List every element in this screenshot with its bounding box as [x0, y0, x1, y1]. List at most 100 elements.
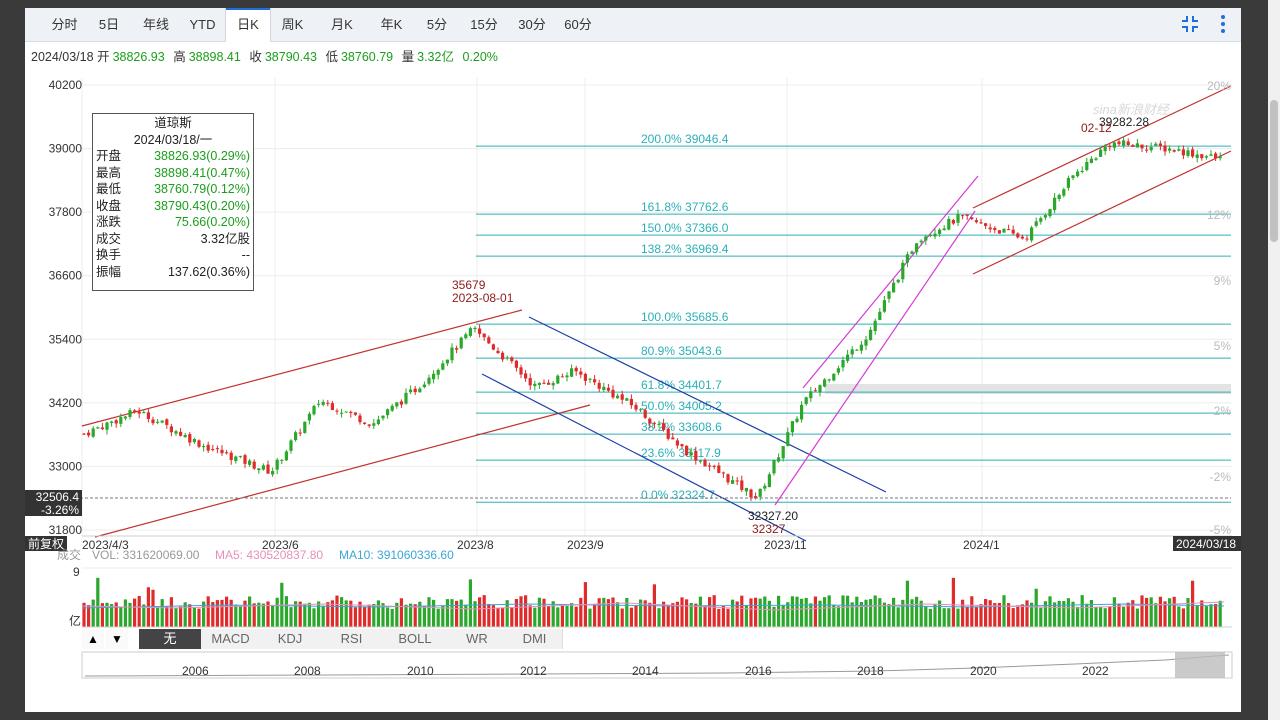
indicator-tab-6[interactable]: DMI: [507, 629, 563, 649]
info-key: 成交: [96, 231, 122, 246]
x-tick-label: 2023/8: [457, 538, 494, 552]
candle-body: [873, 320, 877, 332]
tab-9[interactable]: 15分: [459, 8, 509, 41]
volume-bar: [220, 599, 224, 627]
scroll-up-icon[interactable]: ▲: [82, 629, 104, 649]
volume-bar: [321, 605, 325, 627]
tab-1[interactable]: 5日: [86, 8, 132, 41]
candle-body: [832, 373, 836, 381]
volume-bar: [455, 600, 459, 627]
volume-bar: [1048, 596, 1052, 627]
period-tabs: 分时 5日 年线 YTD 日K 周K 月K 年K 5分 15分 30分 60分: [25, 8, 1241, 42]
candle-body: [487, 337, 491, 344]
volume-bar: [533, 607, 537, 627]
tab-10[interactable]: 30分: [509, 8, 555, 41]
volume-bar: [924, 606, 928, 627]
volume-bar: [165, 606, 169, 627]
tab-7[interactable]: 年K: [368, 8, 415, 41]
volume-bar: [712, 595, 716, 627]
tab-3[interactable]: YTD: [180, 8, 225, 41]
candle-body: [685, 445, 689, 456]
tab-2[interactable]: 年线: [132, 8, 180, 41]
candle-body: [979, 222, 983, 224]
candle-body: [1195, 154, 1199, 158]
candle-body: [974, 220, 978, 223]
candle-body: [574, 367, 578, 372]
tab-5[interactable]: 周K: [269, 8, 316, 41]
candle-body: [1057, 194, 1061, 199]
candle-body: [901, 262, 905, 280]
fib-label: 61.8% 34401.7: [641, 378, 722, 392]
compress-icon[interactable]: [1182, 16, 1198, 32]
scroll-thumb[interactable]: [1270, 100, 1278, 242]
volume-bar: [1039, 607, 1043, 627]
volume-bar: [901, 599, 905, 627]
candle-body: [671, 437, 675, 440]
candle-body: [892, 282, 896, 293]
volume-bar: [464, 604, 468, 627]
volume-bar: [468, 579, 472, 627]
info-value: 38898.41(0.47%): [154, 165, 250, 180]
fib-label: 100.0% 35685.6: [641, 310, 729, 324]
indicator-tab-4[interactable]: BOLL: [383, 629, 448, 649]
candle-body: [836, 368, 840, 373]
candle-body: [882, 300, 886, 312]
candle-body: [229, 452, 233, 461]
candle-body: [579, 371, 583, 375]
volume-bar: [1002, 595, 1006, 627]
volume-bar: [721, 605, 725, 627]
candle-body: [96, 427, 100, 429]
page-scrollbar[interactable]: [1268, 0, 1280, 720]
candle-body: [432, 373, 436, 380]
candle-body: [818, 385, 822, 393]
tab-6[interactable]: 月K: [316, 8, 368, 41]
volume-bar: [390, 608, 394, 627]
indicator-tab-0[interactable]: 无: [139, 629, 202, 649]
info-key: 涨跌: [96, 215, 122, 229]
tab-4[interactable]: 日K: [225, 8, 271, 42]
candle-body: [142, 412, 146, 414]
candle-body: [266, 464, 270, 474]
candle-body: [133, 410, 137, 413]
volume-bar: [542, 598, 546, 627]
candle-body: [1122, 140, 1126, 146]
tab-0[interactable]: 分时: [43, 8, 86, 41]
tab-11[interactable]: 60分: [555, 8, 601, 41]
indicator-tab-5[interactable]: WR: [447, 629, 508, 649]
volume-bar: [243, 600, 247, 627]
candle-body: [519, 367, 523, 375]
candle-body: [1034, 221, 1038, 226]
candle-body: [105, 422, 109, 430]
candle-body: [1062, 189, 1066, 196]
candle-body: [496, 350, 500, 354]
scroll-down-icon[interactable]: ▼: [106, 629, 128, 649]
volume-bar: [974, 606, 978, 627]
candle-body: [1085, 161, 1089, 171]
volume-bar: [367, 604, 371, 627]
candle-body: [188, 434, 192, 443]
kebab-menu-icon[interactable]: [1221, 15, 1225, 33]
indicator-tab-2[interactable]: KDJ: [260, 629, 321, 649]
indicator-tab-1[interactable]: MACD: [201, 629, 261, 649]
volume-bar: [1191, 580, 1195, 627]
volume-bar: [459, 599, 463, 627]
candle-body: [597, 382, 601, 389]
fib-label: 138.2% 36969.4: [641, 242, 729, 256]
crosshair-price: 32506.4: [36, 490, 80, 504]
candle-body: [859, 344, 863, 351]
volume-bar: [694, 603, 698, 627]
candle-body: [100, 427, 104, 430]
volume-bar: [261, 603, 265, 627]
candle-body: [547, 382, 551, 385]
pct-tick-label: 12%: [1207, 208, 1231, 222]
volume-unit: 亿: [69, 613, 81, 628]
volume-bar: [965, 606, 969, 627]
candle-body: [947, 218, 951, 230]
candle-body: [225, 452, 229, 454]
volume-bar: [1080, 595, 1084, 627]
volume-bar: [1112, 597, 1116, 627]
candle-body: [114, 420, 118, 424]
tab-8[interactable]: 5分: [415, 8, 459, 41]
indicator-tab-3[interactable]: RSI: [320, 629, 384, 649]
candle-body: [395, 402, 399, 407]
